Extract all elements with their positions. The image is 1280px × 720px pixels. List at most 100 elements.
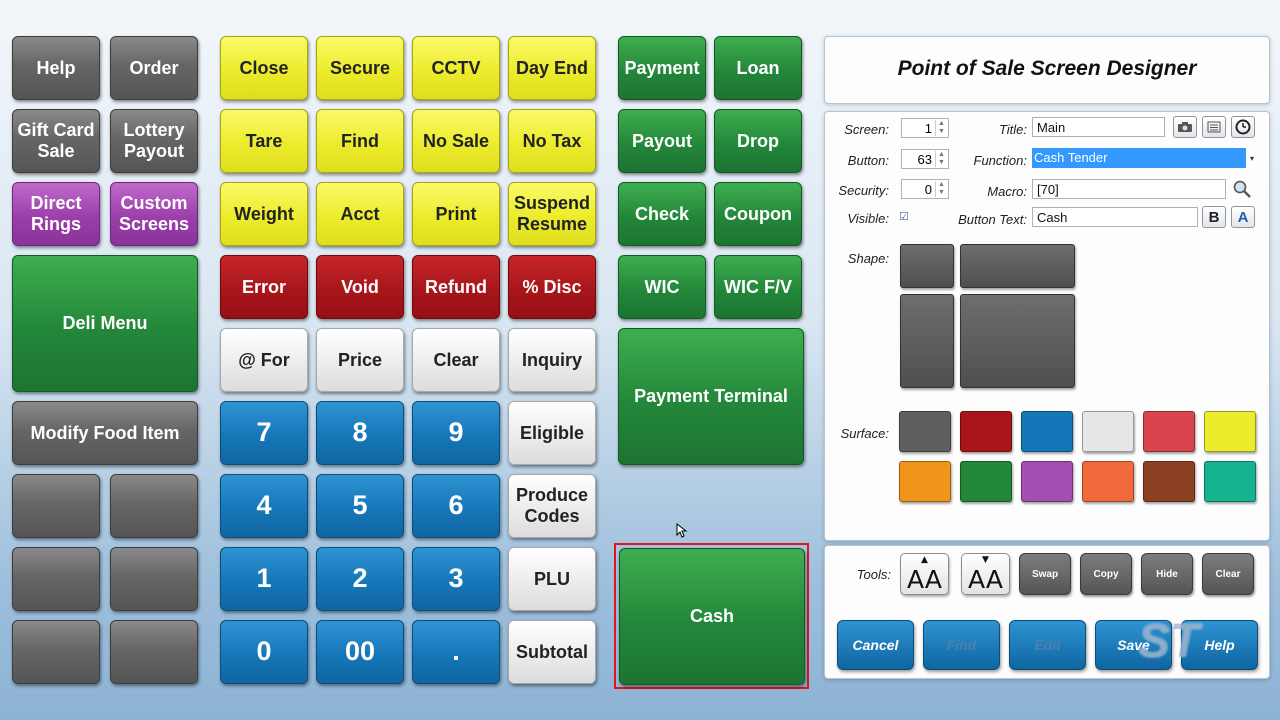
percent-discount-button[interactable]: % Disc [508, 255, 596, 319]
cancel-button[interactable]: Cancel [837, 620, 914, 670]
key-6-button[interactable]: 6 [412, 474, 500, 538]
key-3-button[interactable]: 3 [412, 547, 500, 611]
key-decimal-button[interactable]: . [412, 620, 500, 684]
macro-field[interactable]: [70] [1032, 179, 1226, 199]
key-0-button[interactable]: 0 [220, 620, 308, 684]
swap-button[interactable]: Swap [1019, 553, 1071, 595]
custom-screens-button[interactable]: Custom Screens [110, 182, 198, 246]
direct-rings-button[interactable]: Direct Rings [12, 182, 100, 246]
cash-button[interactable]: Cash [619, 548, 805, 685]
payment-terminal-button[interactable]: Payment Terminal [618, 328, 804, 465]
function-select[interactable]: Cash Tender ▾ [1032, 148, 1254, 168]
shape-tall-option[interactable] [900, 294, 954, 388]
screen-spinner[interactable]: 1 ▲ ▼ [901, 118, 949, 138]
surface-color-swatch[interactable] [899, 411, 951, 452]
security-spinner[interactable]: 0 ▲ ▼ [901, 179, 949, 199]
copy-button[interactable]: Copy [1080, 553, 1132, 595]
surface-color-swatch[interactable] [1082, 411, 1134, 452]
close-button[interactable]: Close [220, 36, 308, 100]
increase-font-button[interactable]: ▲ AA [900, 553, 949, 595]
lottery-payout-button[interactable]: Lottery Payout [110, 109, 198, 173]
surface-color-swatch[interactable] [899, 461, 951, 502]
font-color-button[interactable]: A [1231, 206, 1255, 228]
surface-color-swatch[interactable] [1143, 411, 1195, 452]
surface-color-swatch[interactable] [960, 461, 1012, 502]
blank-button[interactable] [110, 620, 198, 684]
check-button[interactable]: Check [618, 182, 706, 246]
button-text-field[interactable]: Cash [1032, 207, 1198, 227]
button-spinner[interactable]: 63 ▲ ▼ [901, 149, 949, 169]
cctv-button[interactable]: CCTV [412, 36, 500, 100]
no-tax-button[interactable]: No Tax [508, 109, 596, 173]
gift-card-sale-button[interactable]: Gift Card Sale [12, 109, 100, 173]
key-5-button[interactable]: 5 [316, 474, 404, 538]
blank-button[interactable] [110, 547, 198, 611]
surface-color-swatch[interactable] [1204, 461, 1256, 502]
blank-button[interactable] [12, 620, 100, 684]
shape-wide-option[interactable] [960, 244, 1075, 288]
payout-button[interactable]: Payout [618, 109, 706, 173]
blank-button[interactable] [110, 474, 198, 538]
key-00-button[interactable]: 00 [316, 620, 404, 684]
blank-button[interactable] [12, 474, 100, 538]
acct-button[interactable]: Acct [316, 182, 404, 246]
shape-small-option[interactable] [900, 244, 954, 288]
key-4-button[interactable]: 4 [220, 474, 308, 538]
print-button[interactable]: Print [412, 182, 500, 246]
decrease-font-button[interactable]: ▼ AA [961, 553, 1010, 595]
edit-button[interactable]: Edit [1009, 620, 1086, 670]
tare-button[interactable]: Tare [220, 109, 308, 173]
search-icon[interactable] [1230, 178, 1254, 200]
spinner-arrows-icon[interactable]: ▲ ▼ [935, 120, 947, 136]
loan-button[interactable]: Loan [714, 36, 802, 100]
payment-button[interactable]: Payment [618, 36, 706, 100]
clear-button[interactable]: Clear [412, 328, 500, 392]
title-field[interactable]: Main [1032, 117, 1165, 137]
key-7-button[interactable]: 7 [220, 401, 308, 465]
secure-button[interactable]: Secure [316, 36, 404, 100]
blank-button[interactable] [12, 547, 100, 611]
visible-checkbox[interactable]: ☑ [899, 210, 909, 223]
wic-button[interactable]: WIC [618, 255, 706, 319]
inquiry-button[interactable]: Inquiry [508, 328, 596, 392]
weight-button[interactable]: Weight [220, 182, 308, 246]
surface-color-swatch[interactable] [1143, 461, 1195, 502]
plu-button[interactable]: PLU [508, 547, 596, 611]
find-designer-button[interactable]: Find [923, 620, 1000, 670]
find-button[interactable]: Find [316, 109, 404, 173]
key-1-button[interactable]: 1 [220, 547, 308, 611]
help-button[interactable]: Help [12, 36, 100, 100]
surface-color-swatch[interactable] [1204, 411, 1256, 452]
bold-button[interactable]: B [1202, 206, 1226, 228]
surface-color-swatch[interactable] [1021, 411, 1073, 452]
coupon-button[interactable]: Coupon [714, 182, 802, 246]
camera-icon[interactable] [1173, 116, 1197, 138]
refund-button[interactable]: Refund [412, 255, 500, 319]
no-sale-button[interactable]: No Sale [412, 109, 500, 173]
wic-fv-button[interactable]: WIC F/V [714, 255, 802, 319]
timer-icon[interactable] [1231, 116, 1255, 138]
at-for-button[interactable]: @ For [220, 328, 308, 392]
deli-menu-button[interactable]: Deli Menu [12, 255, 198, 392]
eligible-button[interactable]: Eligible [508, 401, 596, 465]
chevron-down-icon[interactable]: ▾ [1250, 151, 1254, 166]
drop-button[interactable]: Drop [714, 109, 802, 173]
void-button[interactable]: Void [316, 255, 404, 319]
key-2-button[interactable]: 2 [316, 547, 404, 611]
modify-food-item-button[interactable]: Modify Food Item [12, 401, 198, 465]
error-button[interactable]: Error [220, 255, 308, 319]
order-button[interactable]: Order [110, 36, 198, 100]
subtotal-button[interactable]: Subtotal [508, 620, 596, 684]
key-8-button[interactable]: 8 [316, 401, 404, 465]
shape-large-option[interactable] [960, 294, 1075, 388]
clear-tool-button[interactable]: Clear [1202, 553, 1254, 595]
hide-button[interactable]: Hide [1141, 553, 1193, 595]
produce-codes-button[interactable]: Produce Codes [508, 474, 596, 538]
day-end-button[interactable]: Day End [508, 36, 596, 100]
surface-color-swatch[interactable] [1021, 461, 1073, 502]
price-button[interactable]: Price [316, 328, 404, 392]
surface-color-swatch[interactable] [1082, 461, 1134, 502]
surface-color-swatch[interactable] [960, 411, 1012, 452]
suspend-resume-button[interactable]: Suspend Resume [508, 182, 596, 246]
key-9-button[interactable]: 9 [412, 401, 500, 465]
